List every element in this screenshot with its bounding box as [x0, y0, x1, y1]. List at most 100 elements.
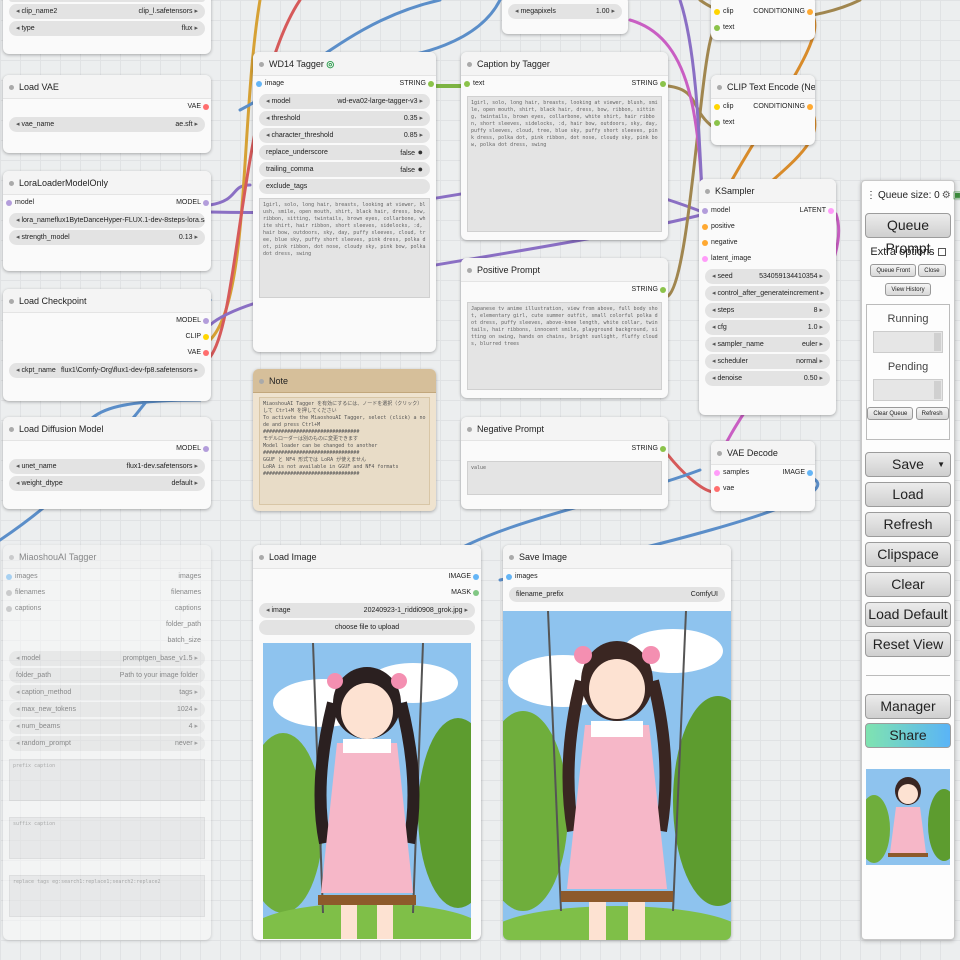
latest-output-thumbnail[interactable] [866, 769, 950, 865]
model-input[interactable]: model MODEL [3, 195, 211, 211]
captions-io[interactable]: captions captions [3, 601, 211, 617]
threshold-widget[interactable]: threshold0.35 [259, 111, 430, 126]
lora-name-widget[interactable]: lora_nameflux1ByteDanceHyper-FLUX.1-dev-… [9, 213, 205, 228]
node-title[interactable]: LoraLoaderModelOnly [3, 171, 211, 195]
text-input[interactable]: text [711, 115, 815, 131]
image-icon[interactable]: ▣ [953, 181, 960, 211]
share-button[interactable]: Share [865, 723, 951, 748]
sampler-name-widget[interactable]: sampler_nameeuler [705, 337, 830, 352]
caption-method-widget[interactable]: caption_methodtags [9, 685, 205, 700]
load-button[interactable]: Load [865, 482, 951, 507]
vae-socket[interactable] [714, 486, 720, 492]
node-title[interactable]: WD14 Tagger ◎ [253, 52, 436, 76]
captions-socket[interactable] [6, 606, 12, 612]
string-socket[interactable] [660, 446, 666, 452]
folder-path-output[interactable]: folder_path [3, 617, 211, 633]
node-title[interactable]: Positive Prompt [461, 258, 668, 282]
ksampler-node[interactable]: KSampler model LATENT positive negative l… [699, 179, 836, 415]
node-title[interactable]: Load Checkpoint [3, 289, 211, 313]
gear-icon[interactable]: ⚙ [942, 181, 951, 211]
unet-name-widget[interactable]: unet_nameflux1-dev.safetensors [9, 459, 205, 474]
ckpt-name-widget[interactable]: ckpt_nameflux1\Comfy-Org\flux1-dev-fp8.s… [9, 363, 205, 378]
clip-text-encode-negative-node[interactable]: CLIP Text Encode (Negative) clipCONDITIO… [711, 75, 815, 145]
samples-input[interactable]: samples IMAGE [711, 465, 815, 481]
text-socket[interactable] [714, 25, 720, 31]
drag-handle-icon[interactable]: ⋮ [866, 181, 876, 211]
string-socket[interactable] [660, 81, 666, 87]
clip-output[interactable]: CLIP [3, 329, 211, 345]
megapixels-widget[interactable]: megapixels1.00 [508, 4, 622, 19]
clip-text-encode-positive-node[interactable]: clip CONDITIONING text [711, 0, 815, 40]
mask-output[interactable]: MASK [253, 585, 481, 601]
random-prompt-widget[interactable]: random_promptnever [9, 736, 205, 751]
seed-widget[interactable]: seed534059134410354 [705, 269, 830, 284]
note-node[interactable]: Note MiaoshouAI Tagger を有効にするには、ノードを選択（ク… [253, 369, 436, 511]
filenames-socket[interactable] [6, 590, 12, 596]
comfy-menu-panel[interactable]: ⋮ Queue size: 0 ⚙ ▣ ✕ Queue Prompt Extra… [861, 180, 960, 940]
tags-output-text[interactable]: 1girl, solo, long hair, breasts, looking… [259, 198, 430, 298]
vae-name-widget[interactable]: vae_nameae.sft [9, 117, 205, 132]
miaoshouai-tagger-node[interactable]: MiaoshouAI Tagger images images filenames… [3, 545, 211, 940]
exclude-tags-field[interactable]: exclude_tags [259, 179, 430, 194]
vae-output[interactable]: VAE [3, 99, 211, 115]
samples-socket[interactable] [714, 470, 720, 476]
negative-prompt-text[interactable]: value [467, 461, 662, 495]
image-socket[interactable] [473, 574, 479, 580]
vae-decode-node[interactable]: VAE Decode samples IMAGE vae [711, 441, 815, 511]
denoise-widget[interactable]: denoise0.50 [705, 371, 830, 386]
images-socket[interactable] [6, 574, 12, 580]
filename-prefix-widget[interactable]: filename_prefix ComfyUI [509, 587, 725, 602]
conditioning-socket[interactable] [807, 9, 813, 15]
string-socket[interactable] [660, 287, 666, 293]
text-socket[interactable] [464, 81, 470, 87]
positive-prompt-node[interactable]: Positive Prompt STRING Japanese tv anime… [461, 258, 668, 398]
caption-by-tagger-node[interactable]: Caption by Tagger text STRING 1girl, solo… [461, 52, 668, 240]
choose-file-button[interactable]: choose file to upload [259, 620, 475, 635]
image-output[interactable]: IMAGE [253, 569, 481, 585]
weight-dtype-widget[interactable]: weight_dtypedefault [9, 476, 205, 491]
lora-loader-node[interactable]: LoraLoaderModelOnly modelMODEL lora_name… [3, 171, 211, 271]
cfg-widget[interactable]: cfg1.0 [705, 320, 830, 335]
dual-clip-loader-node[interactable]: clip_name2clip_l.safetensors typeflux [3, 0, 211, 54]
text-input[interactable]: text STRING [461, 76, 668, 92]
node-title[interactable]: Load Image [253, 545, 481, 569]
refresh-button[interactable]: Refresh [865, 512, 951, 537]
clip-socket[interactable] [203, 334, 209, 340]
reset-view-button[interactable]: Reset View [865, 632, 951, 657]
model-out-socket[interactable] [203, 200, 209, 206]
character-threshold-widget[interactable]: character_threshold0.85 [259, 128, 430, 143]
suffix-caption-field[interactable]: suffix caption [9, 817, 205, 859]
model-socket[interactable] [702, 208, 708, 214]
node-title[interactable]: Save Image [503, 545, 731, 569]
prefix-caption-field[interactable]: prefix caption [9, 759, 205, 801]
caption-text[interactable]: 1girl, solo, long hair, breasts, looking… [467, 96, 662, 232]
filenames-io[interactable]: filenames filenames [3, 585, 211, 601]
queue-front-button[interactable]: Queue Front [870, 264, 917, 277]
model-output[interactable]: MODEL [3, 313, 211, 329]
latent-out-socket[interactable] [828, 208, 834, 214]
negative-socket[interactable] [702, 240, 708, 246]
load-image-node[interactable]: Load Image IMAGE MASK image20240923-1_ri… [253, 545, 481, 940]
load-checkpoint-node[interactable]: Load Checkpoint MODEL CLIP VAE ckpt_name… [3, 289, 211, 401]
queue-prompt-button[interactable]: Queue Prompt [865, 213, 951, 256]
string-socket[interactable] [428, 81, 434, 87]
view-history-button[interactable]: View History [885, 283, 931, 296]
vae-input[interactable]: vae [711, 481, 815, 497]
folder-path-widget[interactable]: folder_path Path to your image folder [9, 668, 205, 683]
load-vae-node[interactable]: Load VAE VAE vae_nameae.sft [3, 75, 211, 153]
negative-input[interactable]: negative [699, 235, 836, 251]
pending-list[interactable] [873, 379, 943, 401]
node-title[interactable]: Load VAE [3, 75, 211, 99]
wd14-tagger-node[interactable]: WD14 Tagger ◎ imageSTRING modelwd-eva02-… [253, 52, 436, 352]
save-button[interactable]: Save ▼ [865, 452, 951, 477]
save-image-node[interactable]: Save Image images filename_prefix ComfyUI [503, 545, 731, 940]
positive-socket[interactable] [702, 224, 708, 230]
latent-in-socket[interactable] [702, 256, 708, 262]
batch-size-output[interactable]: batch_size [3, 633, 211, 649]
load-default-button[interactable]: Load Default [865, 602, 951, 627]
steps-widget[interactable]: steps8 [705, 303, 830, 318]
conditioning-socket[interactable] [807, 104, 813, 110]
mask-socket[interactable] [473, 590, 479, 596]
extra-options-checkbox[interactable] [937, 248, 946, 257]
type-widget[interactable]: typeflux [9, 21, 205, 36]
